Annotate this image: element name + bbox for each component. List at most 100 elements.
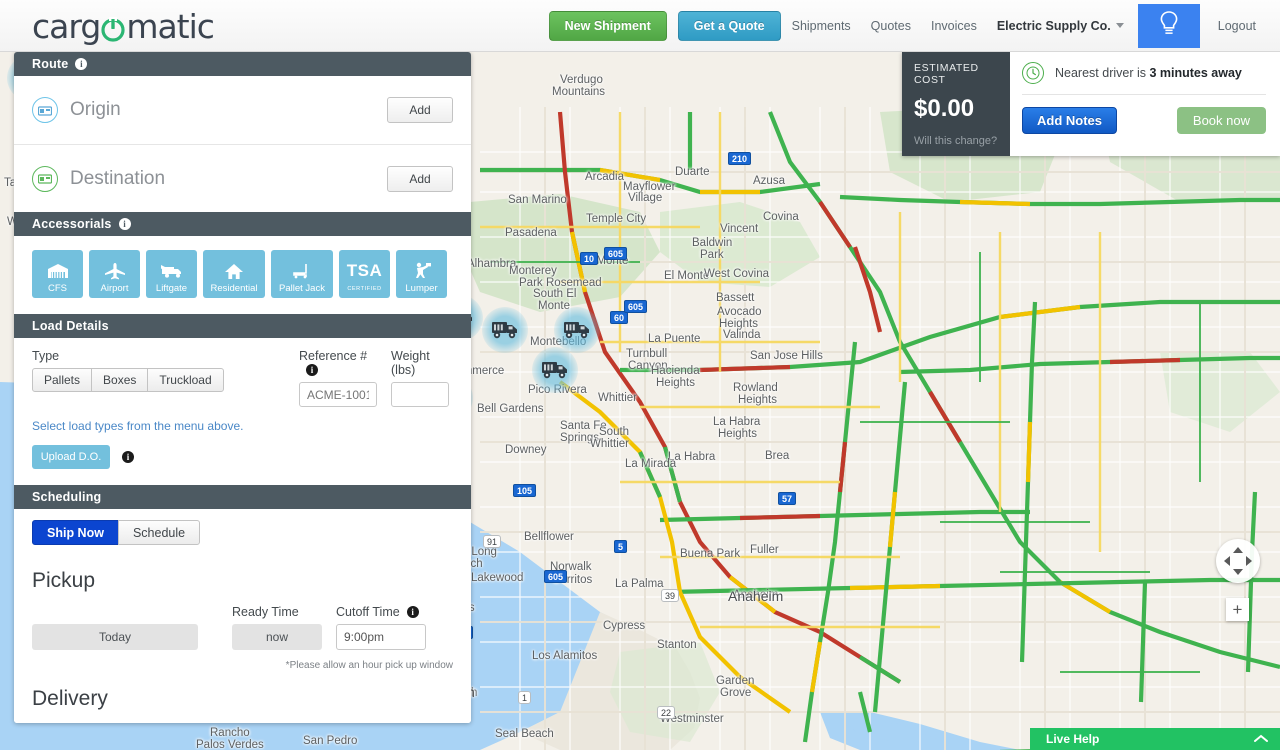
load-type-boxes[interactable]: Boxes [91, 368, 148, 392]
add-notes-button[interactable]: Add Notes [1022, 107, 1117, 134]
origin-row[interactable]: Origin Add [14, 76, 471, 144]
pickup-cutoff-label: Cutoff Time i [336, 605, 428, 619]
accessorial-label: CFS [48, 284, 67, 294]
account-menu[interactable]: Electric Supply Co. [997, 19, 1124, 33]
accessorial-airport[interactable]: Airport [89, 250, 140, 298]
info-icon[interactable]: i [119, 218, 131, 230]
info-icon[interactable]: i [122, 451, 134, 463]
weight-label: Weight (lbs) [391, 349, 453, 377]
destination-row[interactable]: Destination Add [14, 144, 471, 212]
driver-and-actions-box: Nearest driver is 3 minutes away Add Not… [1010, 52, 1280, 156]
accessorial-residential[interactable]: Residential [203, 250, 265, 298]
warehouse-icon [47, 259, 69, 283]
estimated-cost-title: ESTIMATED COST [914, 62, 998, 86]
house-icon [224, 259, 244, 283]
upload-do-button[interactable]: Upload D.O. [32, 445, 110, 469]
tab-schedule[interactable]: Schedule [118, 520, 200, 545]
info-icon[interactable]: i [306, 364, 318, 376]
nav-link-shipments[interactable]: Shipments [792, 19, 851, 33]
accessorials-section-header: Accessorials i [14, 212, 471, 236]
route-section-header: Routei [14, 52, 471, 76]
accessorial-cfs[interactable]: CFS [32, 250, 83, 298]
accessorial-label: Lumper [405, 284, 437, 294]
liftgate-truck-icon [160, 259, 184, 283]
scheduling-title: Scheduling [32, 490, 101, 504]
accessorial-label: CERTIFIED [347, 284, 381, 294]
estimate-panel: ESTIMATED COST $0.00 Will this change? N… [902, 52, 1280, 156]
lightbulb-button[interactable] [1138, 4, 1200, 48]
map-pan-control[interactable] [1216, 539, 1260, 583]
pickup-window-note: *Please allow an hour pick up window [32, 660, 453, 671]
lightbulb-icon [1159, 10, 1179, 43]
ready-time-label: Ready Time [232, 605, 322, 619]
book-now-button[interactable]: Book now [1177, 107, 1266, 134]
pickup-heading: Pickup [32, 569, 453, 593]
chevron-up-icon[interactable] [1254, 732, 1268, 746]
account-name: Electric Supply Co. [997, 19, 1111, 33]
load-details-title: Load Details [32, 319, 109, 333]
lumper-worker-icon [412, 259, 432, 283]
chevron-down-icon [1116, 23, 1124, 28]
destination-warehouse-icon [32, 166, 58, 192]
new-shipment-button[interactable]: New Shipment [549, 11, 667, 41]
info-icon[interactable]: i [75, 58, 87, 70]
pickup-today-button[interactable]: Today [32, 624, 198, 650]
map-zoom-in-button[interactable]: + [1226, 598, 1249, 621]
accessorial-pallet-jack[interactable]: Pallet Jack [271, 250, 333, 298]
top-navigation-bar: cargmatic New Shipment Get a Quote Shipm… [0, 0, 1280, 52]
driver-prefix: Nearest driver is [1055, 66, 1149, 80]
logo[interactable]: cargmatic [32, 7, 214, 45]
accessorials-title: Accessorials [32, 217, 112, 231]
estimate-actions: Add Notes Book now [1022, 95, 1266, 134]
accessorial-lumper[interactable]: Lumper [396, 250, 447, 298]
route-title: Route [32, 57, 68, 71]
reference-input[interactable] [299, 382, 377, 407]
scheduling-tabs: Ship Now Schedule [32, 520, 453, 545]
pallet-jack-icon [291, 259, 313, 283]
accessorial-label: Airport [101, 284, 129, 294]
origin-warehouse-icon [32, 97, 58, 123]
estimated-cost-box: ESTIMATED COST $0.00 Will this change? [902, 52, 1010, 156]
scheduling-section-header: Scheduling [14, 485, 471, 509]
get-a-quote-button[interactable]: Get a Quote [678, 11, 781, 41]
ready-time-value[interactable]: now [232, 624, 322, 650]
live-help-label: Live Help [1046, 732, 1099, 746]
pan-control-icon [1216, 539, 1260, 583]
route-section-body: Origin Add Destination Add [14, 76, 471, 212]
logout-link[interactable]: Logout [1218, 19, 1256, 33]
pickup-cutoff-label-text: Cutoff Time [336, 605, 400, 619]
logo-text: cargmatic [32, 7, 214, 46]
load-type-truckload[interactable]: Truckload [147, 368, 223, 392]
tab-ship-now[interactable]: Ship Now [32, 520, 119, 545]
accessorial-tsa[interactable]: TSACERTIFIED [339, 250, 390, 298]
pickup-cutoff-input[interactable] [336, 624, 426, 650]
nav-link-quotes[interactable]: Quotes [871, 19, 911, 33]
driver-eta: 3 minutes away [1149, 66, 1241, 80]
load-type-segmented-control: Pallets Boxes Truckload [32, 368, 299, 392]
airplane-icon [104, 259, 126, 283]
destination-label: Destination [70, 168, 387, 190]
clock-icon [1022, 62, 1044, 84]
accessorial-label: Pallet Jack [279, 284, 325, 294]
origin-add-button[interactable]: Add [387, 97, 453, 123]
load-type-pallets[interactable]: Pallets [32, 368, 92, 392]
load-details-section-header: Load Details [14, 314, 471, 338]
delivery-heading: Delivery [32, 687, 453, 711]
load-type-hint: Select load types from the menu above. [32, 419, 453, 433]
reference-label-text: Reference # [299, 349, 367, 363]
live-help-bar[interactable]: Live Help [1030, 728, 1280, 750]
shipment-form-panel: Routei Origin Add Destination Add Access… [14, 52, 471, 723]
power-symbol-icon [100, 16, 126, 42]
origin-label: Origin [70, 99, 387, 121]
destination-add-button[interactable]: Add [387, 166, 453, 192]
will-this-change-link[interactable]: Will this change? [914, 135, 998, 147]
load-details-body: Type Pallets Boxes Truckload Reference #… [14, 338, 471, 485]
nearest-driver-text: Nearest driver is 3 minutes away [1055, 66, 1242, 80]
info-icon[interactable]: i [407, 606, 419, 618]
accessorials-list: CFS Airport LiftgateResidential Pallet Jack… [14, 236, 471, 314]
accessorial-liftgate[interactable]: Liftgate [146, 250, 197, 298]
type-label: Type [32, 349, 299, 363]
weight-input[interactable] [391, 382, 449, 407]
estimated-cost-amount: $0.00 [914, 95, 998, 123]
nav-link-invoices[interactable]: Invoices [931, 19, 977, 33]
